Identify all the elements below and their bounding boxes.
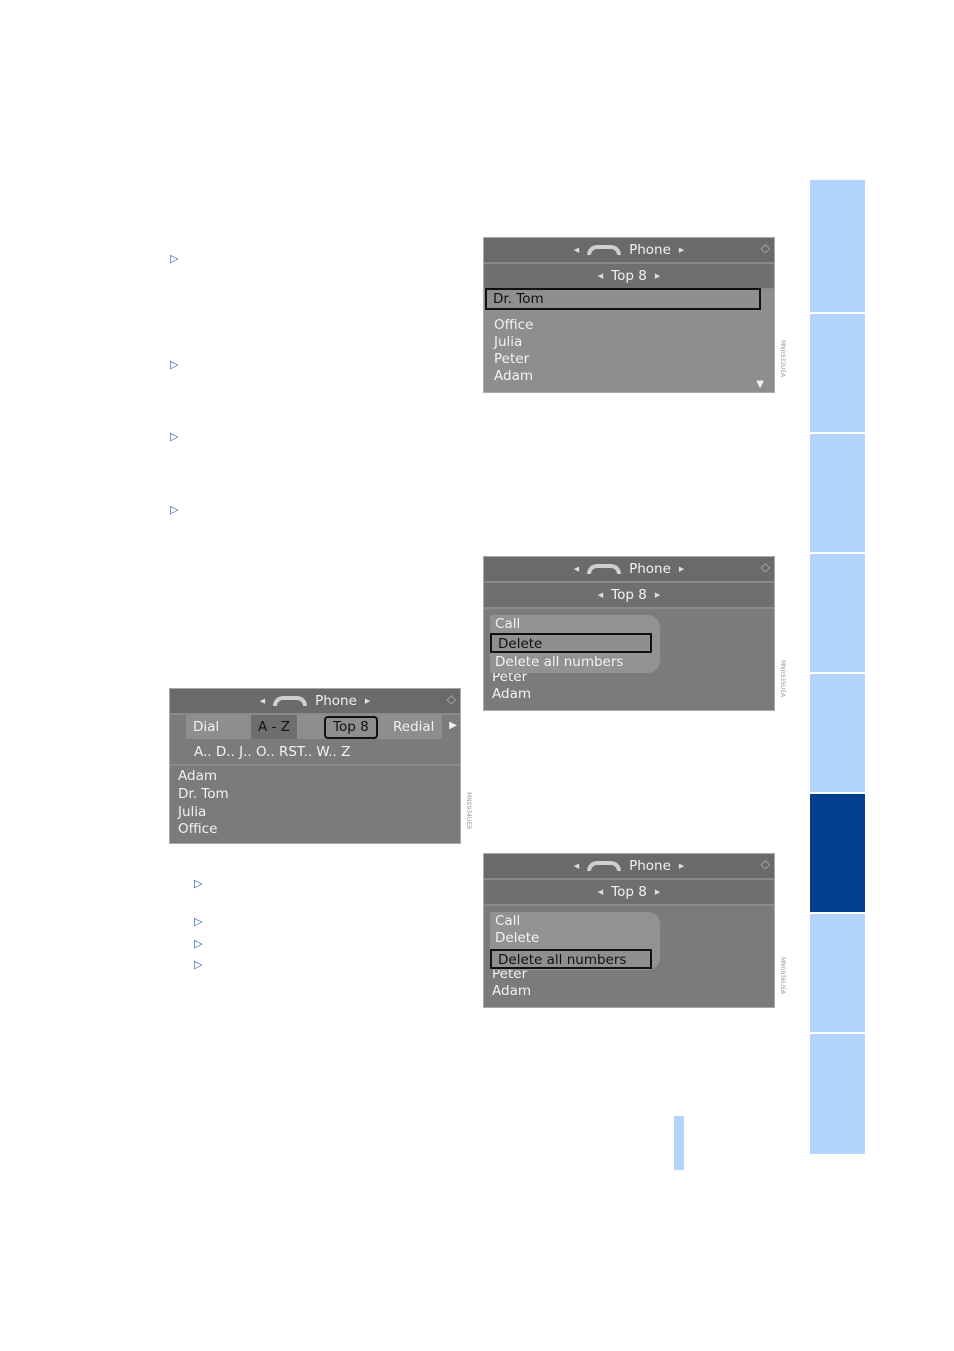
chapter-tab-7[interactable] <box>810 914 865 1032</box>
image-code: MN0935UEA <box>779 660 786 698</box>
tab-a-z[interactable]: A - Z <box>251 715 297 739</box>
tab-redial[interactable]: Redial <box>393 719 434 735</box>
phone-handset-icon <box>273 696 308 706</box>
list-item[interactable]: Dr. Tom <box>178 786 229 803</box>
subheader-title: Top 8 <box>611 268 647 284</box>
options-popup: Call Delete Delete all numbers <box>490 912 660 970</box>
page-marker-bar <box>674 1116 684 1170</box>
bullet-icon: ▷ <box>194 937 203 950</box>
phone-header: ◀ Phone ▶ <box>170 689 460 715</box>
tab-top8[interactable]: Top 8 <box>324 716 378 739</box>
menu-call[interactable]: Call <box>495 913 520 930</box>
phone-header: ◀ Phone ▶ <box>484 854 774 880</box>
controller-icon: ◇ <box>446 692 456 706</box>
scroll-down-icon[interactable]: ▼ <box>756 379 764 390</box>
bullet-icon: ▷ <box>194 958 203 971</box>
bullet-icon: ▷ <box>170 358 179 371</box>
chapter-tab-3[interactable] <box>810 434 865 552</box>
subheader-title: Top 8 <box>611 587 647 603</box>
chapter-tab-8[interactable] <box>810 1034 865 1154</box>
controller-icon: ◇ <box>760 241 770 255</box>
selected-entry[interactable]: Dr. Tom <box>485 288 761 310</box>
list-item[interactable]: Office <box>178 821 217 838</box>
menu-call[interactable]: Call <box>495 616 520 633</box>
image-code: MN0932UEA <box>779 340 786 378</box>
more-tabs-icon[interactable]: ▶ <box>449 720 457 731</box>
menu-delete-all[interactable]: Delete all numbers <box>495 654 623 671</box>
phone-header: ◀ Phone ▶ <box>484 238 774 264</box>
chapter-tab-5[interactable] <box>810 674 865 792</box>
phone-handset-icon <box>587 564 622 574</box>
top8-header: ◀ Top 8 ▶ <box>484 583 774 609</box>
bullet-icon: ▷ <box>170 503 179 516</box>
list-item[interactable]: Julia <box>494 334 522 351</box>
bullet-icon: ▷ <box>194 915 203 928</box>
phone-handset-icon <box>587 245 622 255</box>
tab-dial[interactable]: Dial <box>193 719 219 735</box>
phone-header: ◀ Phone ▶ <box>484 557 774 583</box>
menu-delete[interactable]: Delete <box>490 633 652 653</box>
options-popup: Call Delete Delete all numbers <box>490 615 660 673</box>
controller-icon: ◇ <box>760 560 770 574</box>
header-title: Phone <box>629 242 671 258</box>
menu-delete[interactable]: Delete <box>495 930 539 947</box>
chapter-tab-1[interactable] <box>810 180 865 312</box>
phone-delete-all-screen: ◀ Phone ▶ ◇ ◀ Top 8 ▶ Peter Adam Call Delete… <box>483 853 775 1008</box>
phone-delete-menu-screen: ◀ Phone ▶ ◇ ◀ Top 8 ▶ Peter Adam Call Delete… <box>483 556 775 711</box>
manual-page: ▷ ▷ ▷ ▷ ▷ ▷ ▷ ▷ ◀ Phone ▶ ◇ ◀ Top 8 ▶ Dr. To… <box>0 0 954 1351</box>
alphabet-index[interactable]: A.. D.. J.. O.. RST.. W.. Z <box>194 741 350 763</box>
phone-az-screen: ◀ Phone ▶ ◇ Dial A - Z Top 8 Redial ▶ A.. … <box>169 688 461 844</box>
chapter-tab-4[interactable] <box>810 554 865 672</box>
menu-delete-all[interactable]: Delete all numbers <box>490 949 652 969</box>
bullet-icon: ▷ <box>194 877 203 890</box>
bullet-icon: ▷ <box>170 252 179 265</box>
top8-header: ◀ Top 8 ▶ <box>484 880 774 906</box>
chapter-tab-2[interactable] <box>810 314 865 432</box>
tab-bar: Dial A - Z Top 8 Redial <box>186 715 442 739</box>
list-item[interactable]: Adam <box>492 686 531 703</box>
header-title: Phone <box>629 561 671 577</box>
list-item[interactable]: Adam <box>494 368 533 385</box>
image-code: MN0936UEA <box>779 957 786 995</box>
phone-top8-screen: ◀ Phone ▶ ◇ ◀ Top 8 ▶ Dr. Tom Office Julia P… <box>483 237 775 393</box>
header-title: Phone <box>315 693 357 709</box>
bullet-icon: ▷ <box>170 430 179 443</box>
top8-header: ◀ Top 8 ▶ <box>484 264 774 290</box>
list-item[interactable]: Adam <box>492 983 531 1000</box>
image-code: MN0934UEB <box>465 792 472 830</box>
chapter-tab-active[interactable] <box>810 794 865 912</box>
phone-handset-icon <box>587 861 622 871</box>
header-title: Phone <box>629 858 671 874</box>
subheader-title: Top 8 <box>611 884 647 900</box>
list-item[interactable]: Julia <box>178 804 206 821</box>
controller-icon: ◇ <box>760 857 770 871</box>
list-item[interactable]: Office <box>494 317 533 334</box>
list-item[interactable]: Peter <box>494 351 529 368</box>
list-item[interactable]: Adam <box>178 768 217 785</box>
